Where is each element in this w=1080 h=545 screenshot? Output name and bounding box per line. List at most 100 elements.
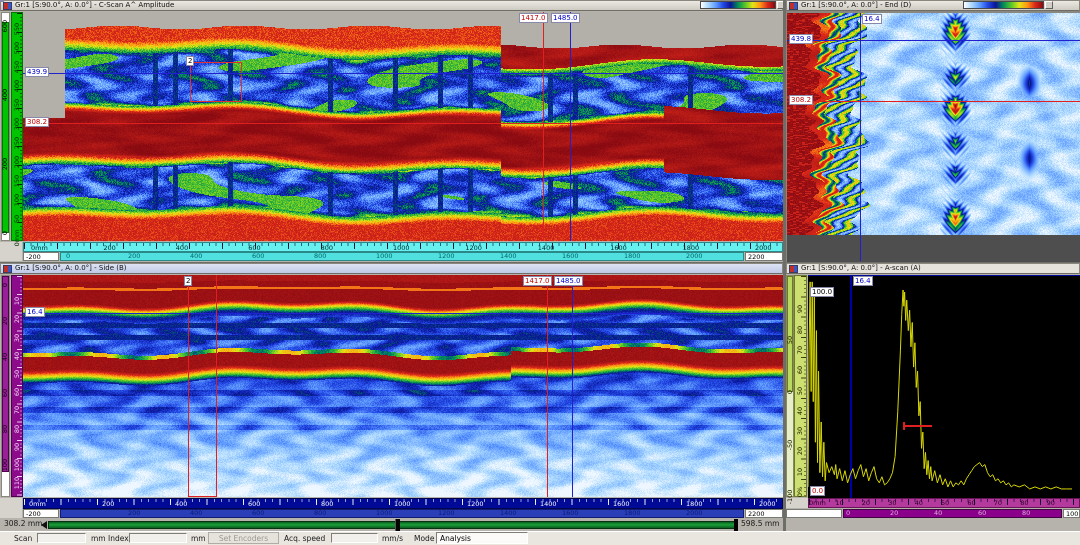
cscan-index-label: 150	[12, 174, 21, 188]
end-index-cursor-blue[interactable]	[787, 40, 1080, 41]
side-scan-scrollbar[interactable]	[60, 509, 744, 518]
cscan-scrollbar-label: 200	[128, 252, 141, 260]
cscan-scan-label: 400	[175, 244, 189, 252]
cscan-scan-cursor-red[interactable]	[543, 12, 544, 241]
ascan-amp-label: 20	[795, 447, 804, 456]
side-zone-edge-left[interactable]	[188, 275, 189, 497]
cscan-scrollbar-label: 800	[314, 252, 327, 260]
side-scrollbar-label: 1600	[562, 509, 579, 517]
index-input[interactable]	[129, 533, 187, 543]
ascan-title: Gr:1 [S:90.0°, A: 0.0°] - A-scan (A)	[801, 264, 921, 272]
cscan-title: Gr:1 [S:90.0°, A: 0.0°] - C-Scan A^ Ampl…	[15, 1, 175, 9]
end-title: Gr:1 [S:90.0°, A: 0.0°] - End (D)	[801, 1, 912, 9]
side-depth-scrollbar-thumb[interactable]	[2, 276, 9, 472]
side-blue-v-label: 1485.0	[554, 276, 583, 286]
ascan-amp-label: 80	[795, 325, 804, 334]
mode-value: Analysis	[436, 532, 528, 544]
index-label: Index	[108, 534, 129, 543]
cscan-scan-scrollbar[interactable]	[60, 252, 744, 261]
ascan-amp-scrollbar-thumb[interactable]	[787, 276, 793, 392]
side-depth-label: 80	[12, 424, 21, 433]
ascan-titlebar[interactable]: Gr:1 [S:90.0°, A: 0.0°] - A-scan (A)	[786, 263, 1080, 274]
end-index-cursor-red[interactable]	[787, 101, 1080, 102]
scan-position-slider[interactable]	[48, 521, 736, 529]
ascan-scroll-max: 100	[1063, 509, 1080, 518]
side-scan-label: 1000	[394, 500, 411, 508]
side-depth-label: 10	[12, 297, 21, 306]
amplitude-colorbar[interactable]	[700, 1, 776, 9]
cscan-zone-label: 2	[186, 56, 195, 66]
cscan-scrollbar-label: 1400	[500, 252, 517, 260]
side-scan-cursor-blue[interactable]	[572, 275, 573, 497]
slider-left-arrow-icon[interactable]	[41, 521, 47, 529]
view-icon	[789, 1, 798, 10]
ascan-scroll-box	[786, 509, 842, 518]
cscan-index-label: 50	[12, 214, 21, 224]
ascan-plot[interactable]	[808, 275, 1080, 498]
index-unit: mm	[191, 534, 206, 543]
side-zone-bottom[interactable]	[188, 496, 217, 497]
cscan-image[interactable]	[23, 12, 783, 241]
side-zone-edge-right[interactable]	[216, 275, 217, 497]
cscan-scan-label: 1400	[537, 244, 555, 252]
scan-input[interactable]	[37, 533, 86, 543]
cscan-titlebar[interactable]: Gr:1 [S:90.0°, A: 0.0°] - C-Scan A^ Ampl…	[0, 0, 783, 11]
cscan-scan-cursor-blue[interactable]	[570, 12, 571, 241]
ascan-scrollbar-label: 80	[1022, 509, 1031, 517]
ascan-top-label: 100.0	[810, 287, 835, 297]
side-depth-label: 40	[12, 351, 21, 360]
cscan-zone-box[interactable]	[190, 62, 242, 102]
ascan-depth-label: 30	[888, 499, 897, 507]
end-depth-cursor-blue[interactable]	[860, 13, 861, 261]
cscan-scroll-max: 2200	[745, 252, 783, 261]
side-scan-cursor-red[interactable]	[547, 275, 548, 497]
ascan-depth-label: 0mm	[809, 499, 826, 507]
side-image[interactable]	[23, 275, 783, 497]
side-zone-label: 2	[184, 276, 193, 286]
cscan-scan-label: 200	[103, 244, 116, 252]
cscan-index-cursor-red[interactable]	[23, 123, 783, 124]
cscan-scrollbar-label: 400	[190, 252, 203, 260]
view-icon	[3, 1, 12, 10]
scan-position-end-thumb[interactable]	[734, 519, 738, 531]
ascan-scrollbar-label: 0	[846, 509, 851, 517]
ascan-amp-label: 40	[795, 406, 804, 415]
end-red-h-label: 308.2	[789, 95, 814, 105]
cscan-blue-h-label: 439.9	[25, 67, 50, 77]
side-scrollbar-label: 600	[252, 509, 265, 517]
acq-speed-input[interactable]	[331, 533, 378, 543]
cscan-index-label: 400	[12, 79, 21, 93]
cscan-scrollbar-label: 600	[252, 252, 265, 260]
acq-speed-unit: mm/s	[382, 534, 404, 543]
cscan-index-label: 450	[12, 60, 21, 74]
ascan-depth-label: 20	[861, 499, 871, 507]
cscan-red-v-label: 1417.0	[519, 13, 548, 23]
side-titlebar[interactable]: Gr:1 [S:90.0°, A: 0.0°] - Side (B)	[0, 263, 783, 274]
horizontal-splitter[interactable]	[0, 262, 1080, 263]
side-depth-cursor-blue[interactable]	[23, 313, 783, 314]
cscan-index-scrollbar-thumb[interactable]	[2, 22, 9, 233]
scan-position-thumb[interactable]	[395, 519, 400, 531]
side-scroll-max: 2200	[745, 509, 783, 518]
cscan-index-cursor-blue[interactable]	[23, 73, 783, 74]
side-scrollbar-label: 200	[128, 509, 141, 517]
amplitude-colorbar[interactable]	[963, 1, 1044, 9]
set-encoders-button[interactable]: Set Encoders	[208, 532, 279, 544]
scan-label: Scan	[14, 534, 33, 543]
side-scroll-label: 0	[0, 282, 9, 288]
side-scan-label: 1400	[540, 500, 557, 508]
palette-button[interactable]	[1045, 1, 1053, 9]
cscan-scrollbar-label: 0	[66, 252, 71, 260]
ascan-amp-label: 30	[795, 426, 804, 436]
ascan-depth-label: 90	[1046, 499, 1055, 507]
app-window: Gr:1 [S:90.0°, A: 0.0°] - C-Scan A^ Ampl…	[0, 0, 1080, 545]
side-depth-label: 50	[12, 369, 21, 379]
cscan-scan-label: 0mm	[31, 244, 48, 252]
side-scan-label: 2000	[759, 500, 776, 508]
vertical-splitter[interactable]	[783, 0, 786, 531]
end-image[interactable]	[787, 13, 1080, 235]
side-depth-label: 60	[12, 388, 21, 397]
side-blue-h-label: 16.4	[25, 307, 45, 317]
cscan-index-label: 500	[12, 41, 21, 55]
cscan-scrollbar-label: 1200	[438, 252, 455, 260]
